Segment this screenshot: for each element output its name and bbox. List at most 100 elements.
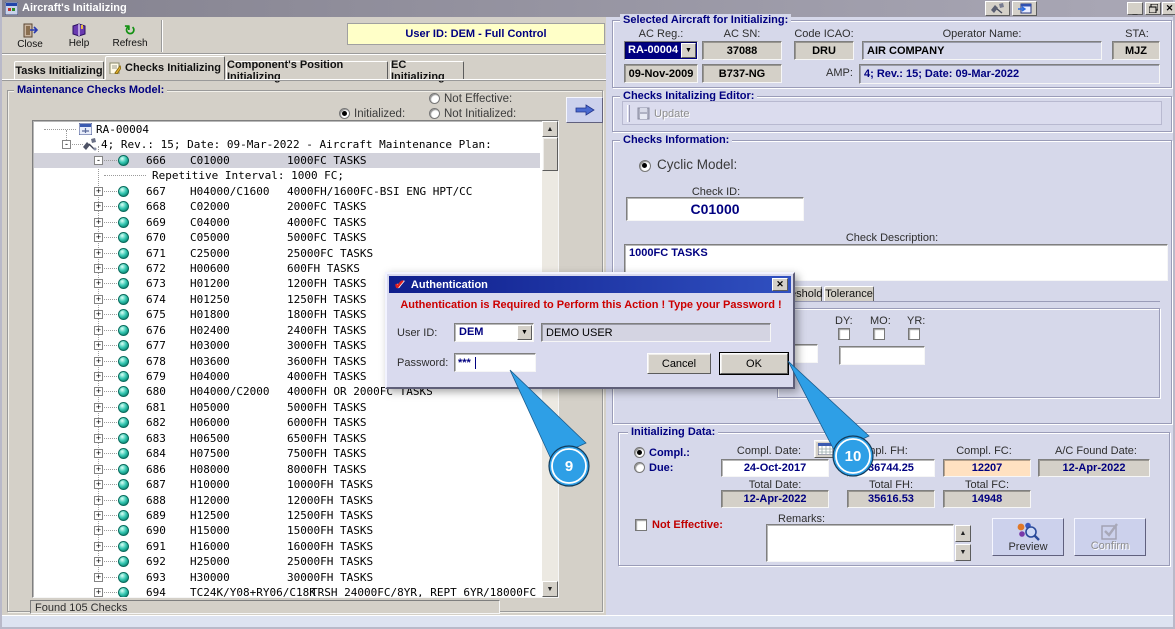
- compl-fh-field[interactable]: 36744.25: [847, 459, 935, 477]
- remarks-field[interactable]: [766, 524, 954, 562]
- minimize-button[interactable]: _: [1127, 2, 1143, 15]
- scroll-up-button[interactable]: ▲: [542, 121, 558, 137]
- tree-expander[interactable]: +: [94, 464, 103, 474]
- tree-check-row[interactable]: +688 H12000 12000FH TASKS: [34, 493, 540, 508]
- tree-check-row[interactable]: +693 H30000 30000FH TASKS: [34, 570, 540, 585]
- threshold-small-input[interactable]: [792, 344, 818, 363]
- tree-check-row[interactable]: +686 H08000 8000FH TASKS: [34, 462, 540, 477]
- compl-date-field[interactable]: 24-Oct-2017: [721, 459, 829, 477]
- transfer-arrow-button[interactable]: [566, 97, 603, 123]
- tree-check-row[interactable]: +689 H12500 12500FH TASKS: [34, 508, 540, 523]
- remarks-scroll-up-button[interactable]: ▲: [955, 525, 971, 542]
- tree-check-row[interactable]: +694 TC24K/Y08+RY06/C18K TRSH 24000FC/8YR,…: [34, 585, 540, 597]
- tree-check-row[interactable]: +681 H05000 5000FH TASKS: [34, 400, 540, 415]
- tab-tolerance[interactable]: Tolerance: [824, 286, 874, 302]
- tree-expander[interactable]: +: [94, 202, 103, 212]
- tree-expander[interactable]: +: [94, 217, 103, 227]
- tree-expander[interactable]: +: [94, 588, 103, 597]
- tree-root-row[interactable]: RA-00004: [34, 122, 540, 137]
- calendar-button[interactable]: [814, 440, 837, 458]
- satellite-tool-button[interactable]: [985, 1, 1010, 16]
- radio-initialized[interactable]: [339, 108, 350, 119]
- tab-ec-initializing[interactable]: EC Initializing: [390, 59, 464, 83]
- radio-compl[interactable]: [634, 447, 645, 458]
- cancel-button[interactable]: Cancel: [647, 353, 711, 374]
- tree-expander[interactable]: +: [94, 526, 103, 536]
- tree-expander[interactable]: +: [94, 372, 103, 381]
- check-ball-icon: [118, 448, 129, 460]
- mo-checkbox[interactable]: [873, 328, 885, 340]
- tree-expander[interactable]: +: [94, 325, 103, 335]
- tree-check-row[interactable]: +691 H16000 16000FH TASKS: [34, 539, 540, 554]
- ok-button[interactable]: OK: [719, 352, 789, 375]
- radio-due[interactable]: [634, 462, 645, 473]
- tab-checks-initializing[interactable]: Checks Initializing: [105, 56, 225, 80]
- update-button[interactable]: Update: [635, 103, 697, 124]
- tree-expander[interactable]: -: [62, 140, 71, 150]
- ac-reg-dropdown-button[interactable]: ▼: [681, 43, 696, 58]
- tree-expander[interactable]: +: [94, 449, 103, 459]
- check-id-field[interactable]: C01000: [626, 197, 804, 221]
- scroll-down-button[interactable]: ▼: [542, 581, 558, 597]
- scroll-thumb[interactable]: [542, 137, 558, 171]
- tree-expander[interactable]: +: [94, 541, 103, 551]
- tree-expander[interactable]: +: [94, 418, 103, 428]
- dialog-close-button[interactable]: ✕: [772, 278, 788, 291]
- tab-components-position-initializing[interactable]: Component's Position Initializing: [226, 59, 388, 83]
- tree-check-row[interactable]: +671 C25000 25000FC TASKS: [34, 246, 540, 261]
- tree-check-row[interactable]: +687 H10000 10000FH TASKS: [34, 477, 540, 492]
- tree-expander[interactable]: +: [94, 495, 103, 505]
- tree-expander[interactable]: +: [94, 279, 103, 289]
- tree-expander[interactable]: +: [94, 572, 103, 582]
- tree-check-row[interactable]: +692 H25000 25000FH TASKS: [34, 554, 540, 569]
- tree-check-row[interactable]: +684 H07500 7500FH TASKS: [34, 446, 540, 461]
- tree-expander[interactable]: +: [94, 480, 103, 490]
- help-button[interactable]: Help: [56, 20, 102, 52]
- radio-not-effective[interactable]: [429, 93, 440, 104]
- tree-expander[interactable]: +: [94, 341, 103, 351]
- tab-tasks-initializing[interactable]: Tasks Initializing: [14, 61, 104, 80]
- tree-interval-row[interactable]: Repetitive Interval: 1000 FC;: [34, 168, 540, 183]
- window-export-tool-button[interactable]: [1012, 1, 1037, 16]
- user-id-combo[interactable]: DEM ▼: [454, 323, 534, 342]
- tree-expander[interactable]: +: [94, 402, 103, 412]
- tree-check-row[interactable]: +668 C02000 2000FC TASKS: [34, 199, 540, 214]
- tree-check-row[interactable]: +667 H04000/C1600 4000FH/1600FC-BSI ENG HP…: [34, 184, 540, 199]
- tree-expander[interactable]: +: [94, 557, 103, 567]
- tree-check-row[interactable]: +690 H15000 15000FH TASKS: [34, 523, 540, 538]
- tree-expander[interactable]: +: [94, 356, 103, 366]
- close-button[interactable]: Close: [8, 20, 52, 52]
- tree-check-row[interactable]: - 666 C01000 1000FC TASKS: [34, 152, 540, 169]
- refresh-button[interactable]: ↻ Refresh: [105, 20, 155, 52]
- tree-expander[interactable]: +: [94, 248, 103, 258]
- not-effective-checkbox[interactable]: [635, 519, 647, 531]
- tree-expander[interactable]: +: [94, 510, 103, 520]
- tree-check-row[interactable]: +669 C04000 4000FC TASKS: [34, 215, 540, 230]
- password-input[interactable]: ***: [454, 353, 536, 372]
- tree-expander[interactable]: +: [94, 186, 103, 196]
- user-id-dropdown-button[interactable]: ▼: [517, 325, 532, 340]
- remarks-scroll-down-button[interactable]: ▼: [955, 544, 971, 561]
- radio-cyclic-model[interactable]: [639, 160, 651, 172]
- tree-expander[interactable]: +: [94, 233, 103, 243]
- close-window-button[interactable]: ✕: [1162, 2, 1175, 15]
- tree-check-row[interactable]: +683 H06500 6500FH TASKS: [34, 431, 540, 446]
- tree-expander[interactable]: +: [94, 263, 103, 273]
- tree-check-row[interactable]: +670 C05000 5000FC TASKS: [34, 230, 540, 245]
- confirm-button[interactable]: Confirm: [1074, 518, 1146, 556]
- dy-checkbox[interactable]: [838, 328, 850, 340]
- restore-button[interactable]: [1145, 2, 1161, 15]
- tree-expander[interactable]: +: [94, 310, 103, 320]
- tree-check-row[interactable]: +682 H06000 6000FH TASKS: [34, 415, 540, 430]
- compl-fc-field[interactable]: 12207: [943, 459, 1031, 477]
- ac-reg-combo[interactable]: RA-00004 ▼: [624, 41, 698, 60]
- tree-plan-row[interactable]: - 4; Rev.: 15; Date: 09-Mar-2022 - Aircr…: [34, 137, 540, 152]
- yr-checkbox[interactable]: [908, 328, 920, 340]
- radio-not-initialized[interactable]: [429, 108, 440, 119]
- tree-expander[interactable]: +: [94, 294, 103, 304]
- preview-button[interactable]: Preview: [992, 518, 1064, 556]
- tree-expander[interactable]: +: [94, 387, 103, 397]
- tree-expander[interactable]: +: [94, 433, 103, 443]
- threshold-date-input[interactable]: [839, 346, 925, 365]
- tree-expander[interactable]: -: [94, 155, 103, 165]
